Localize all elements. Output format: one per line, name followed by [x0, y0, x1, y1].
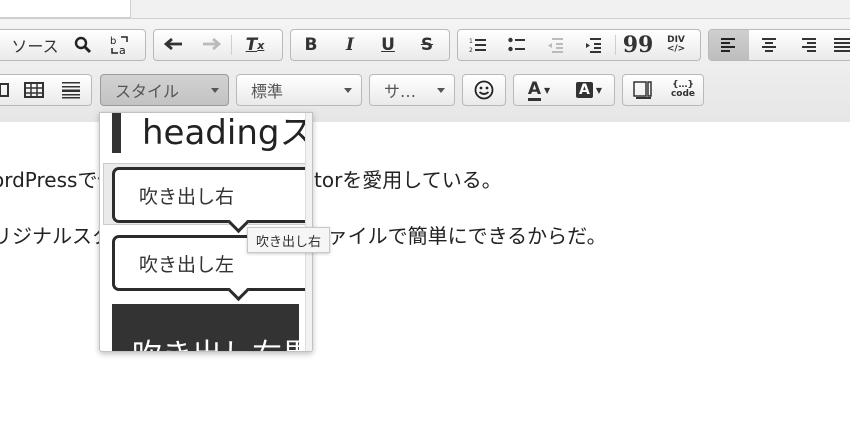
- style-option-bubble-dark-label: 吹き出し右黒: [132, 338, 312, 351]
- paragraph-group: 12 99 DIV </>: [457, 29, 701, 61]
- svg-text:a: a: [119, 44, 126, 56]
- color-group: A ▼ A ▼: [513, 74, 615, 106]
- strike-icon[interactable]: S: [407, 30, 447, 60]
- style-option-heading[interactable]: headingスタイル: [100, 113, 312, 161]
- emoji-group: [462, 74, 506, 106]
- bold-icon[interactable]: B: [291, 30, 331, 60]
- style-option-bubble-right-label: 吹き出し右: [139, 185, 235, 208]
- svg-text:2: 2: [469, 47, 473, 53]
- underline-icon[interactable]: U: [369, 30, 407, 60]
- svg-text:1: 1: [469, 38, 473, 45]
- chevron-down-icon: [437, 88, 445, 93]
- blockquote-icon[interactable]: 99: [619, 30, 657, 60]
- table-icon[interactable]: [15, 75, 53, 105]
- font-size-combo-label: サ…: [384, 82, 417, 101]
- title-field[interactable]: [0, 0, 131, 18]
- smiley-icon[interactable]: [463, 75, 505, 105]
- show-blocks-icon[interactable]: [623, 75, 663, 105]
- basic-styles-group: B I U S: [290, 29, 450, 61]
- bulleted-list-icon[interactable]: [498, 30, 536, 60]
- format-combo[interactable]: 標準: [236, 74, 362, 106]
- insert-group: [0, 74, 92, 106]
- chevron-down-icon: [211, 88, 219, 93]
- svg-text:b: b: [110, 36, 116, 47]
- code-insert-icon[interactable]: {…} code: [663, 75, 703, 105]
- search-icon[interactable]: [65, 30, 101, 60]
- align-left-icon[interactable]: [709, 30, 749, 60]
- align-right-icon[interactable]: [789, 30, 827, 60]
- font-size-combo[interactable]: サ…: [369, 74, 455, 106]
- align-justify-icon[interactable]: [827, 30, 850, 60]
- style-option-bubble-right[interactable]: 吹き出し右: [100, 167, 312, 227]
- document-group: ソース ba: [0, 29, 146, 61]
- title-strip: [0, 0, 850, 19]
- editor-toolbar: ソース ba Tx B I U S 12 99 DIV </> スタイル 標準 …: [0, 0, 850, 123]
- chevron-down-icon: [344, 88, 352, 93]
- numbered-list-icon[interactable]: 12: [458, 30, 498, 60]
- tools-group: {…} code: [622, 74, 704, 106]
- align-group: [708, 29, 850, 61]
- background-color-icon[interactable]: A ▼: [564, 75, 614, 105]
- heading-bar: [112, 113, 121, 153]
- history-group: Tx: [153, 29, 283, 61]
- redo-icon[interactable]: [194, 30, 228, 60]
- remove-format-icon[interactable]: Tx: [235, 30, 275, 60]
- source-label: ソース: [11, 37, 59, 56]
- undo-icon[interactable]: [154, 30, 194, 60]
- style-option-bubble-left-label: 吹き出し左: [139, 253, 235, 276]
- div-container-icon[interactable]: DIV </>: [657, 30, 695, 60]
- style-combo-label: スタイル: [115, 82, 180, 101]
- outdent-icon[interactable]: [536, 30, 574, 60]
- replace-icon[interactable]: ba: [101, 30, 139, 60]
- text-color-icon[interactable]: A ▼: [514, 75, 564, 105]
- source-button[interactable]: ソース: [0, 30, 65, 60]
- image-icon[interactable]: [0, 75, 15, 105]
- bubble-right-preview: 吹き出し右: [112, 167, 312, 223]
- italic-icon[interactable]: I: [331, 30, 369, 60]
- style-option-bubble-dark[interactable]: 吹き出し右黒: [112, 304, 312, 351]
- code-label: code: [670, 89, 696, 99]
- format-combo-label: 標準: [251, 82, 284, 101]
- horizontal-rule-icon[interactable]: [53, 75, 89, 105]
- style-combo[interactable]: スタイル: [100, 74, 229, 106]
- style-option-heading-label: headingスタイル: [142, 113, 313, 153]
- indent-icon[interactable]: [574, 30, 612, 60]
- style-tooltip: 吹き出し右: [247, 227, 331, 253]
- align-center-icon[interactable]: [749, 30, 789, 60]
